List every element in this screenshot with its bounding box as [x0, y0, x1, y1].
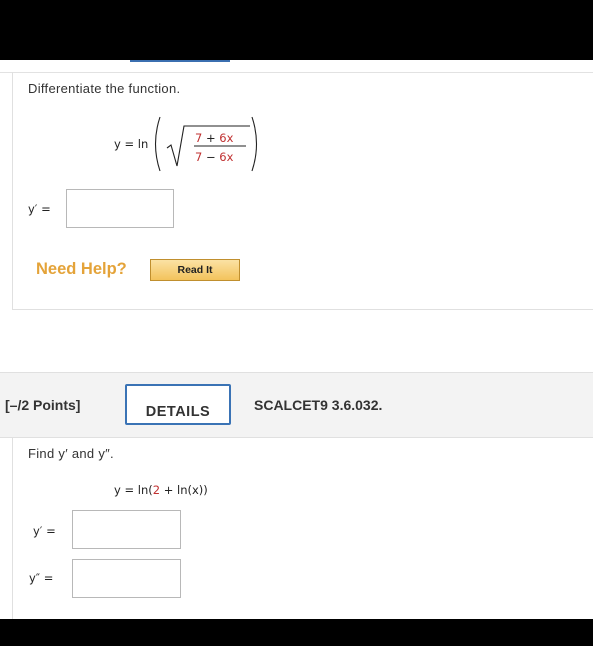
num-term: 6x [219, 131, 234, 145]
question-2-equation: y = ln(2 + ln(x)) [114, 483, 208, 497]
read-it-button[interactable]: Read It [150, 259, 240, 281]
den-operator: − [202, 150, 220, 164]
equation-lhs: y = ln [114, 137, 149, 151]
problem-code: SCALCET9 3.6.032. [254, 397, 383, 413]
equation-constant: 2 [152, 483, 161, 497]
details-button[interactable]: DETAILS [125, 384, 231, 425]
equation-prefix: y = ln( [114, 483, 153, 497]
question-2-instruction: Find y′ and y″. [28, 446, 114, 461]
y-prime-answer-input[interactable] [72, 510, 181, 549]
fraction-numerator: 7 + 6x [195, 131, 233, 145]
bottom-bar [0, 619, 593, 646]
points-label: [–/2 Points] [5, 397, 81, 413]
answer-y-prime-label: y′ = [33, 524, 56, 538]
fraction-denominator: 7 − 6x [195, 150, 233, 164]
answer-y-double-prime-label: y″ = [29, 571, 54, 585]
y-double-prime-answer-input[interactable] [72, 559, 181, 598]
derivative-answer-input[interactable] [66, 189, 174, 228]
answer-1-label: y′ = [28, 202, 51, 216]
need-help-label: Need Help? [36, 260, 127, 278]
question-1-instruction: Differentiate the function. [28, 81, 181, 96]
equation-suffix: + ln(x)) [160, 483, 208, 497]
num-operator: + [202, 131, 220, 145]
den-term: 6x [219, 150, 234, 164]
assignment-page: Differentiate the function. y = ln 7 + 6… [0, 60, 593, 619]
tab-underline [130, 60, 230, 62]
